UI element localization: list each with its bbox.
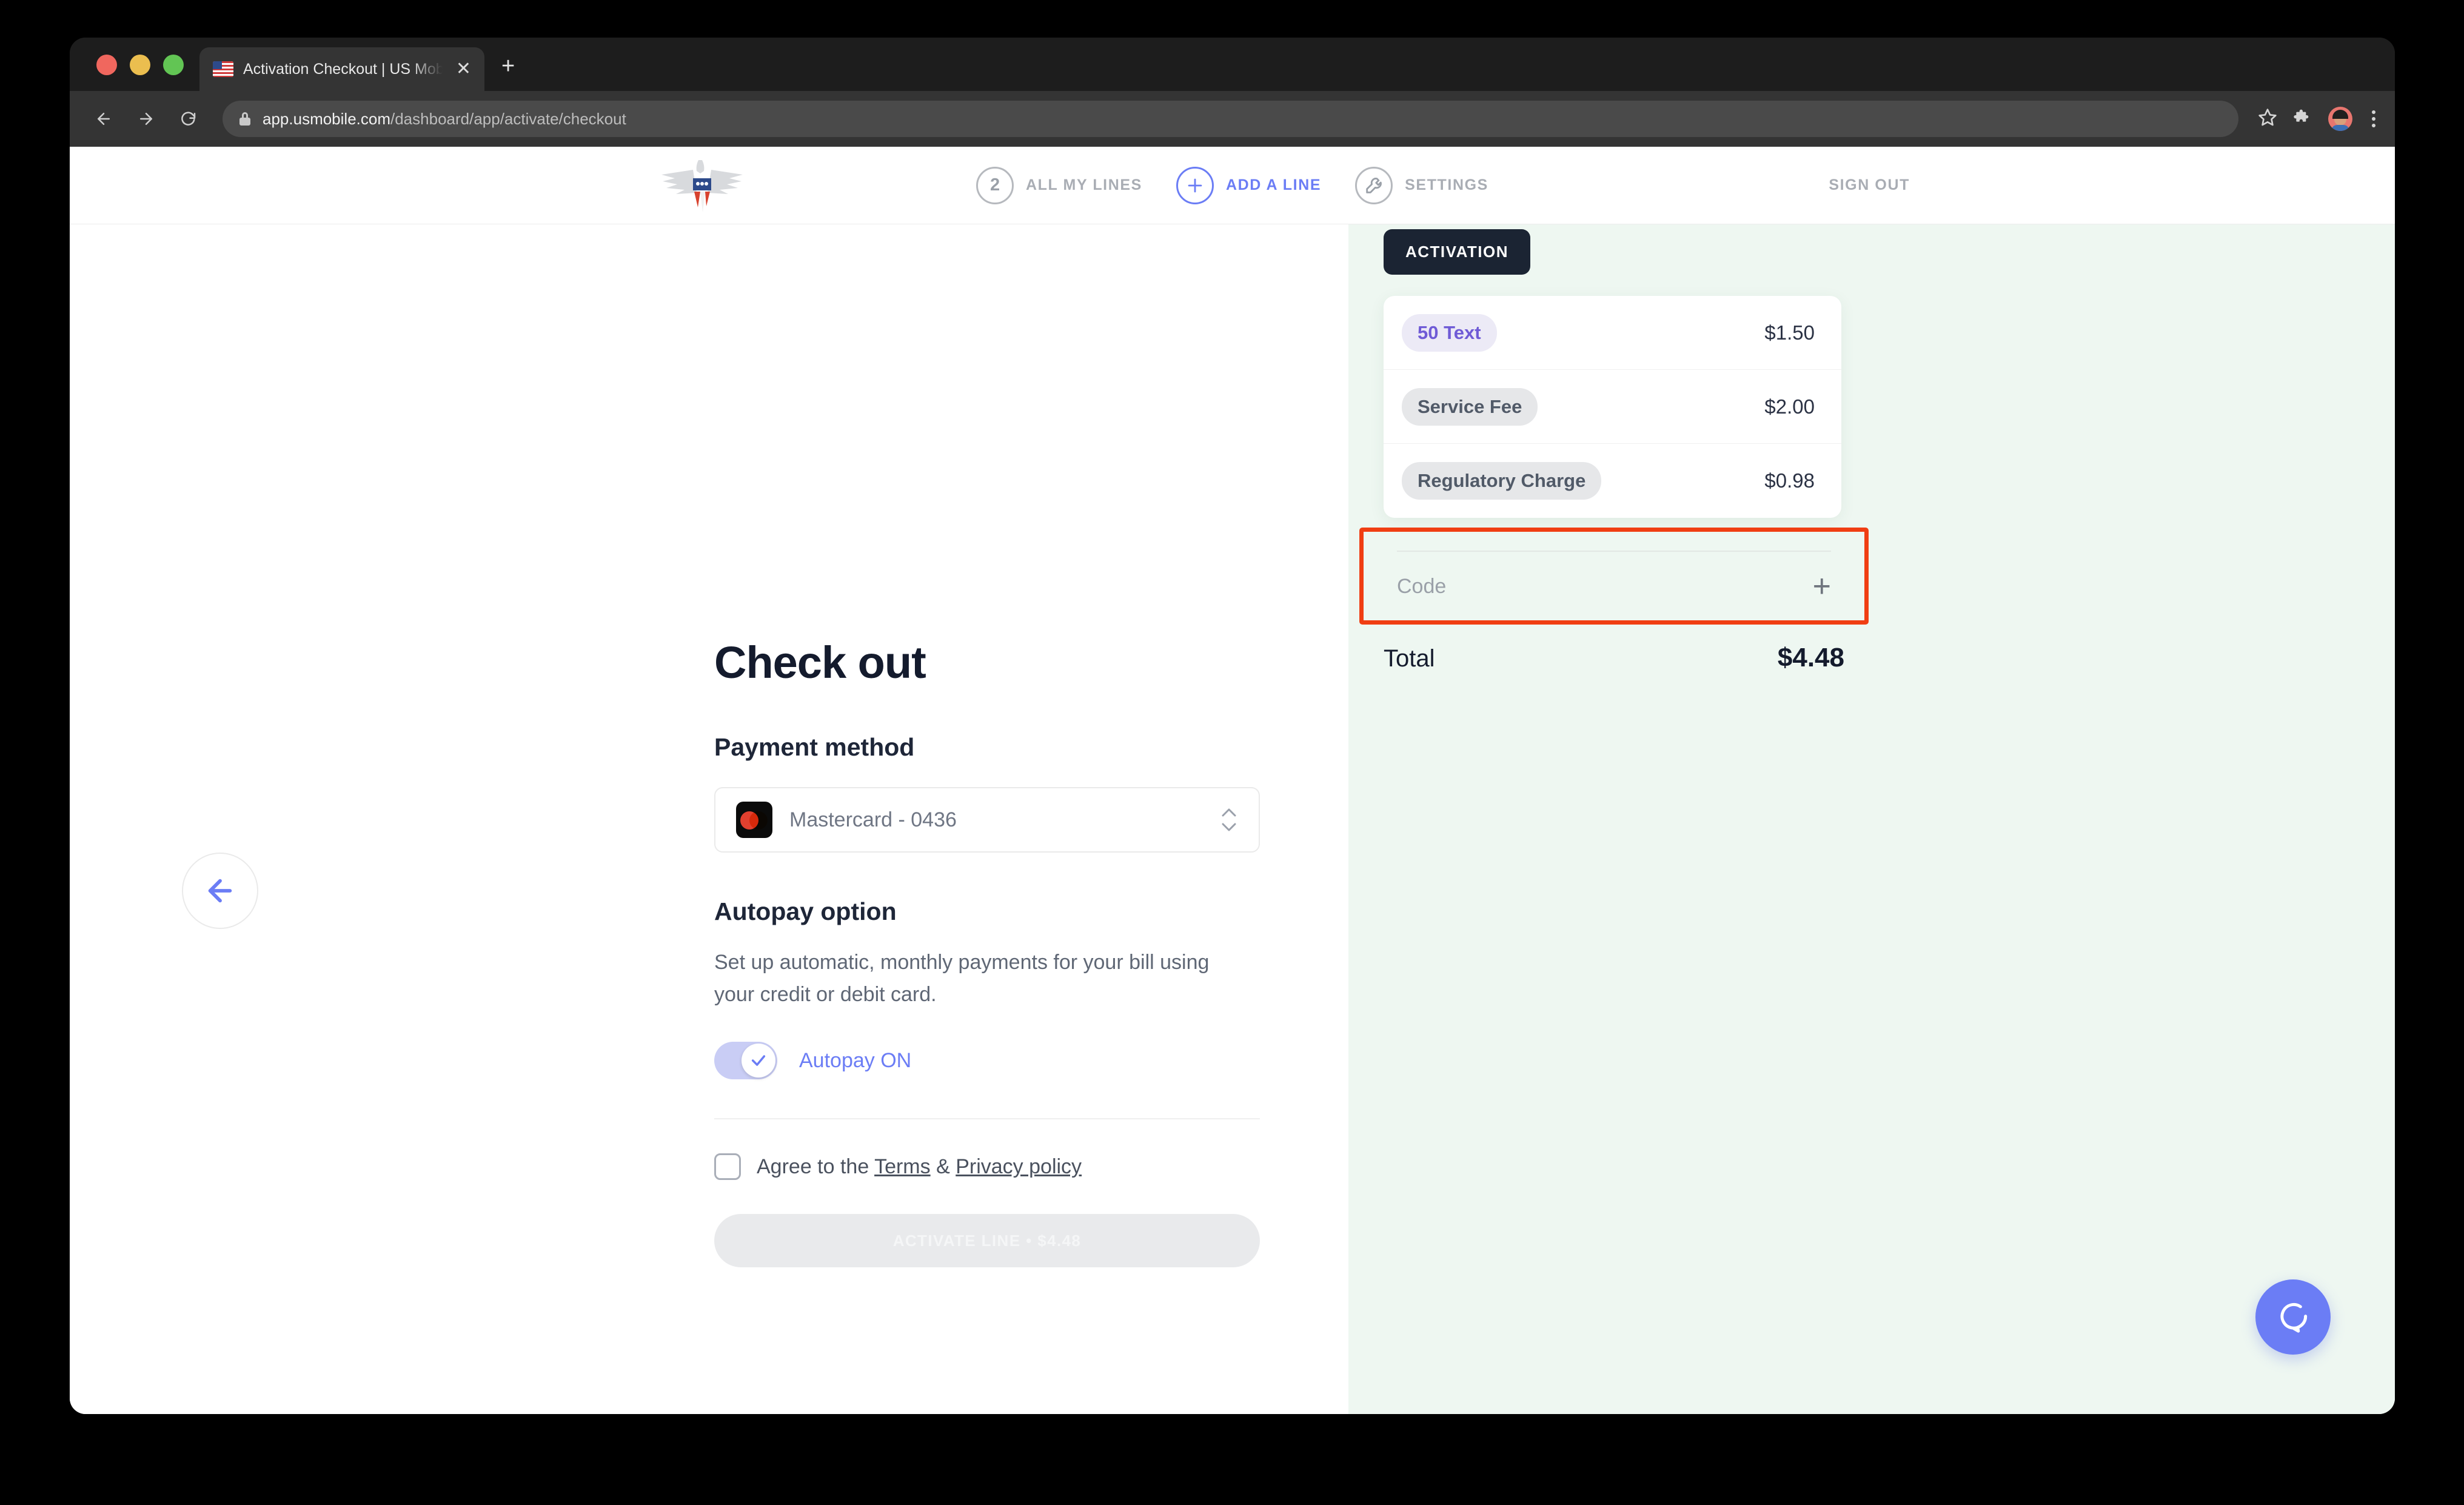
total-row: Total $4.48: [1384, 643, 1844, 673]
us-mobile-eagle-logo[interactable]: [657, 156, 748, 215]
terms-agreement-row[interactable]: Agree to the Terms & Privacy policy: [714, 1153, 1260, 1181]
url-host: app.usmobile.com: [263, 109, 390, 128]
nav-label-settings: SETTINGS: [1405, 176, 1488, 193]
sign-out-button[interactable]: SIGN OUT: [1829, 176, 1910, 194]
address-bar[interactable]: app.usmobile.com/dashboard/app/activate/…: [223, 101, 2238, 137]
plus-circle-icon: [1176, 166, 1214, 204]
promo-code-section: Code +: [1359, 528, 1869, 625]
autopay-heading: Autopay option: [714, 897, 897, 925]
browser-toolbar: app.usmobile.com/dashboard/app/activate/…: [70, 91, 2395, 147]
nav-item-settings[interactable]: SETTINGS: [1355, 166, 1488, 204]
checkout-form-panel: Check out Payment method Mastercard - 04…: [70, 224, 1348, 1414]
order-summary-panel: ACTIVATION 50 Text $1.50 Service Fee $2.…: [1348, 224, 2395, 1414]
minimize-window-button[interactable]: [130, 55, 150, 75]
lines-count-icon: 2: [976, 166, 1014, 204]
terms-link[interactable]: Terms: [874, 1155, 931, 1178]
back-arrow-icon[interactable]: [182, 853, 258, 929]
browser-tab-strip: Activation Checkout | US Mobil ✕ +: [70, 38, 2395, 91]
maximize-window-button[interactable]: [163, 55, 184, 75]
autopay-description: Set up automatic, monthly payments for y…: [714, 951, 1210, 1006]
close-tab-icon[interactable]: ✕: [452, 58, 475, 81]
summary-row-amount: $0.98: [1764, 469, 1815, 492]
payment-method-select[interactable]: Mastercard - 0436: [714, 787, 1260, 853]
summary-row: Service Fee $2.00: [1384, 370, 1841, 444]
summary-row-amount: $2.00: [1764, 395, 1815, 418]
forward-icon[interactable]: [128, 101, 164, 137]
summary-row-label: 50 Text: [1402, 313, 1497, 352]
nav-item-add-a-line[interactable]: ADD A LINE: [1176, 166, 1322, 204]
browser-window: Activation Checkout | US Mobil ✕ + app.u…: [70, 38, 2395, 1414]
mastercard-icon: [736, 802, 772, 838]
new-tab-button[interactable]: +: [484, 55, 515, 91]
browser-tab-title: Activation Checkout | US Mobil: [243, 60, 443, 78]
window-traffic-lights[interactable]: [88, 55, 199, 91]
lock-icon: [239, 112, 250, 126]
nav-item-all-my-lines[interactable]: 2 ALL MY LINES: [976, 166, 1142, 204]
form-divider: [714, 1118, 1260, 1120]
summary-row-amount: $1.50: [1764, 321, 1815, 344]
summary-row: Regulatory Charge $0.98: [1384, 444, 1841, 518]
reload-icon[interactable]: [170, 101, 207, 137]
agree-prefix: Agree to the: [757, 1155, 875, 1178]
activate-line-button[interactable]: ACTIVATE LINE • $4.48: [714, 1214, 1260, 1268]
summary-row-label: Regulatory Charge: [1402, 462, 1602, 500]
extensions-puzzle-icon[interactable]: [2293, 108, 2312, 130]
us-flag-icon: [213, 61, 233, 77]
autopay-toggle-label: Autopay ON: [799, 1048, 912, 1072]
check-icon: [742, 1044, 775, 1078]
address-bar-url: app.usmobile.com/dashboard/app/activate/…: [263, 110, 626, 129]
close-window-button[interactable]: [96, 55, 117, 75]
profile-avatar[interactable]: [2328, 107, 2352, 131]
highlight-annotation: [1359, 528, 1869, 625]
agree-separator: &: [930, 1155, 956, 1178]
chrome-menu-icon[interactable]: [2368, 110, 2379, 127]
terms-checkbox[interactable]: [714, 1153, 741, 1181]
autopay-toggle[interactable]: [714, 1042, 777, 1080]
total-label: Total: [1384, 645, 1435, 672]
primary-nav: 2 ALL MY LINES ADD A LINE SETTINGS: [976, 166, 1488, 204]
summary-row: 50 Text $1.50: [1384, 296, 1841, 370]
up-down-chevron-icon[interactable]: [1220, 807, 1238, 833]
privacy-policy-link[interactable]: Privacy policy: [956, 1155, 1082, 1178]
page-title: Check out: [714, 637, 926, 688]
summary-row-label: Service Fee: [1402, 387, 1538, 426]
toolbar-icons: [2254, 107, 2379, 131]
checkout-form: Check out Payment method Mastercard - 04…: [714, 637, 1260, 1268]
app-header: 2 ALL MY LINES ADD A LINE SETTINGS SIGN …: [70, 147, 2395, 224]
bookmark-star-icon[interactable]: [2258, 108, 2277, 130]
terms-agreement-label: Agree to the Terms & Privacy policy: [757, 1155, 1082, 1179]
activation-badge: ACTIVATION: [1384, 229, 1531, 275]
wrench-gear-icon: [1355, 166, 1393, 204]
total-amount: $4.48: [1777, 643, 1844, 672]
checkout-body: Check out Payment method Mastercard - 04…: [70, 224, 2395, 1414]
autopay-toggle-row[interactable]: Autopay ON: [714, 1042, 1260, 1080]
chat-bubble-icon[interactable]: [2255, 1279, 2331, 1355]
payment-method-value: Mastercard - 0436: [789, 808, 957, 831]
url-path: /dashboard/app/activate/checkout: [390, 109, 626, 128]
nav-label-add-a-line: ADD A LINE: [1225, 176, 1322, 193]
back-icon[interactable]: [85, 101, 122, 137]
browser-tab[interactable]: Activation Checkout | US Mobil ✕: [199, 47, 484, 91]
payment-method-heading: Payment method: [714, 733, 915, 761]
nav-label-all-my-lines: ALL MY LINES: [1026, 176, 1142, 193]
summary-card: 50 Text $1.50 Service Fee $2.00 Regulato…: [1384, 296, 1841, 518]
page-viewport: 2 ALL MY LINES ADD A LINE SETTINGS SIGN …: [70, 147, 2395, 1414]
